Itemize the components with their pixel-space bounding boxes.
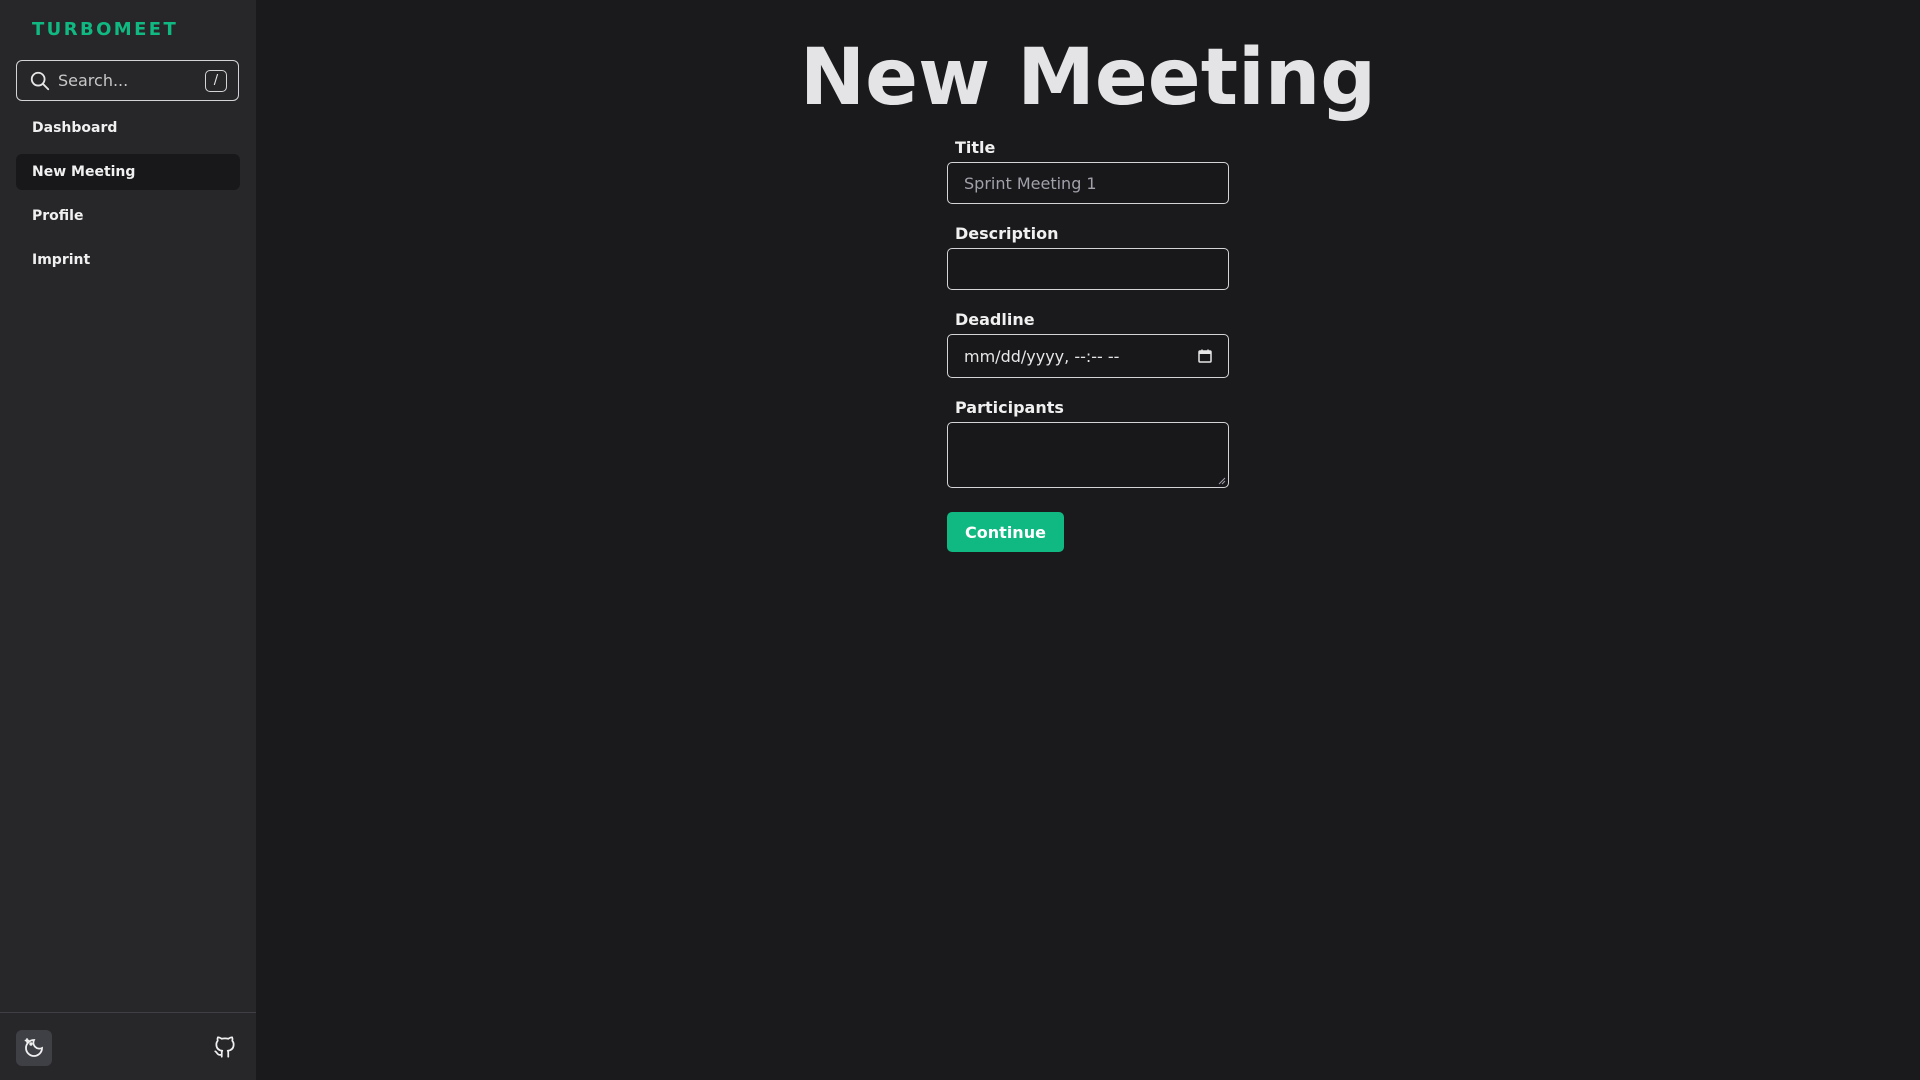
app: TURBOMEET / Dashboard New Meeting Profil… xyxy=(0,0,1920,1080)
title-placeholder: Sprint Meeting 1 xyxy=(964,173,1097,193)
title-label: Title xyxy=(955,138,996,157)
search-box[interactable]: / xyxy=(16,60,239,101)
title-input[interactable]: Sprint Meeting 1 xyxy=(947,162,1229,204)
search-input[interactable] xyxy=(58,71,205,90)
title-field: Title Sprint Meeting 1 xyxy=(947,136,1229,204)
calendar-icon[interactable] xyxy=(1198,349,1212,363)
sidebar: TURBOMEET / Dashboard New Meeting Profil… xyxy=(0,0,256,1080)
participants-textarea[interactable] xyxy=(947,422,1229,488)
brand-logo[interactable]: TURBOMEET xyxy=(32,19,178,40)
description-field: Description xyxy=(947,222,1229,290)
deadline-value: mm/dd/yyyy, --:-- -- xyxy=(964,346,1120,366)
search-shortcut-key: / xyxy=(205,69,227,92)
deadline-field: Deadline mm/dd/yyyy, --:-- -- xyxy=(947,308,1229,378)
description-input[interactable] xyxy=(947,248,1229,290)
search-icon xyxy=(29,70,51,92)
participants-label: Participants xyxy=(955,398,1064,417)
participants-field: Participants xyxy=(947,396,1229,488)
theme-toggle-icon xyxy=(24,1038,43,1057)
resize-handle-icon[interactable] xyxy=(1218,477,1226,485)
sidebar-item-imprint[interactable]: Imprint xyxy=(16,242,240,278)
main-content: New Meeting Title Sprint Meeting 1 Descr… xyxy=(256,0,1920,1080)
sidebar-footer xyxy=(0,1012,256,1080)
github-link[interactable] xyxy=(210,1032,240,1062)
deadline-input[interactable]: mm/dd/yyyy, --:-- -- xyxy=(947,334,1229,378)
github-icon xyxy=(214,1036,235,1058)
sidebar-item-dashboard[interactable]: Dashboard xyxy=(16,110,240,146)
sidebar-item-new-meeting[interactable]: New Meeting xyxy=(16,154,240,190)
description-label: Description xyxy=(955,224,1059,243)
sidebar-nav: Dashboard New Meeting Profile Imprint xyxy=(16,110,240,286)
page-title: New Meeting xyxy=(799,33,1377,123)
continue-button[interactable]: Continue xyxy=(947,512,1064,552)
deadline-label: Deadline xyxy=(955,310,1035,329)
sidebar-item-profile[interactable]: Profile xyxy=(16,198,240,234)
theme-toggle-button[interactable] xyxy=(16,1030,52,1066)
